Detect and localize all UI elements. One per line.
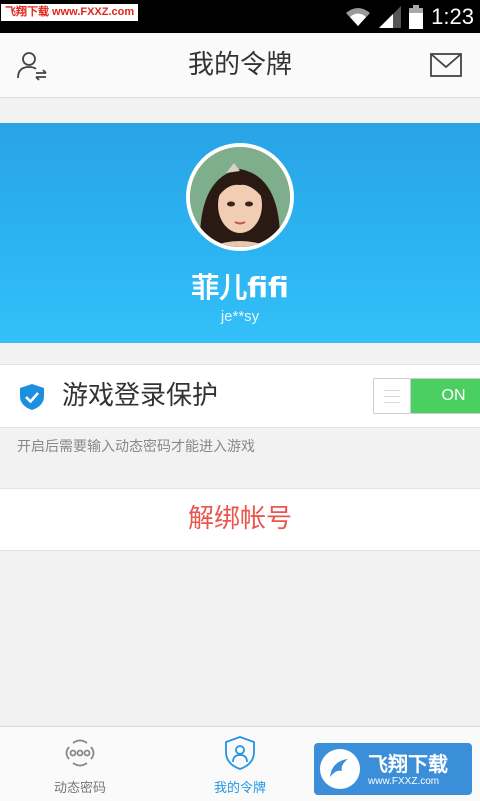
- clock: 1:23: [431, 4, 474, 29]
- mail-button[interactable]: [428, 47, 464, 83]
- watermark-logo: 飞翔下载 www.FXXZ.com: [314, 743, 472, 795]
- tab-label: 我的令牌: [213, 781, 266, 796]
- tab-my-token[interactable]: 我的令牌: [160, 727, 320, 801]
- watermark-circle-icon: [320, 749, 360, 789]
- watermark-text-block: 飞翔下载 www.FXXZ.com: [360, 752, 448, 787]
- tab-dynamic-password[interactable]: 动态密码: [0, 727, 160, 801]
- login-protection-label: 游戏登录保护: [62, 381, 219, 411]
- signal-icon: [379, 6, 402, 28]
- tab-label: 动态密码: [53, 781, 106, 796]
- login-protection-toggle[interactable]: ON: [373, 378, 480, 414]
- dynamic-password-icon: [65, 739, 95, 767]
- avatar-image: [190, 147, 290, 247]
- mail-icon: [430, 53, 462, 77]
- watermark-main-text: 飞翔下载: [368, 751, 448, 776]
- wifi-icon: [346, 8, 371, 26]
- status-bar: 飞翔下载 www.FXXZ.com 1:23: [0, 0, 480, 33]
- toggle-knob: [374, 379, 411, 413]
- unbind-account-button[interactable]: 解绑帐号: [0, 488, 480, 551]
- battery-icon: [409, 5, 424, 29]
- top-header: 我的令牌: [0, 33, 480, 98]
- protection-hint: 开启后需要输入动态密码才能进入游戏: [17, 439, 255, 455]
- status-icons: 1:23: [345, 4, 474, 30]
- toggle-on-text: ON: [411, 379, 480, 413]
- profile-account: je**sy: [220, 308, 260, 325]
- token-shield-icon: [225, 736, 255, 770]
- watermark-sub-text: www.FXXZ.com: [368, 775, 440, 787]
- profile-nickname: 菲儿fifi: [191, 271, 289, 304]
- watermark-text: 飞翔下载 www.FXXZ.com: [1, 4, 139, 21]
- profile-banner: 菲儿fifi je**sy: [0, 123, 480, 343]
- avatar[interactable]: [186, 143, 294, 251]
- page-title: 我的令牌: [187, 50, 292, 80]
- shield-check-icon: [20, 384, 44, 410]
